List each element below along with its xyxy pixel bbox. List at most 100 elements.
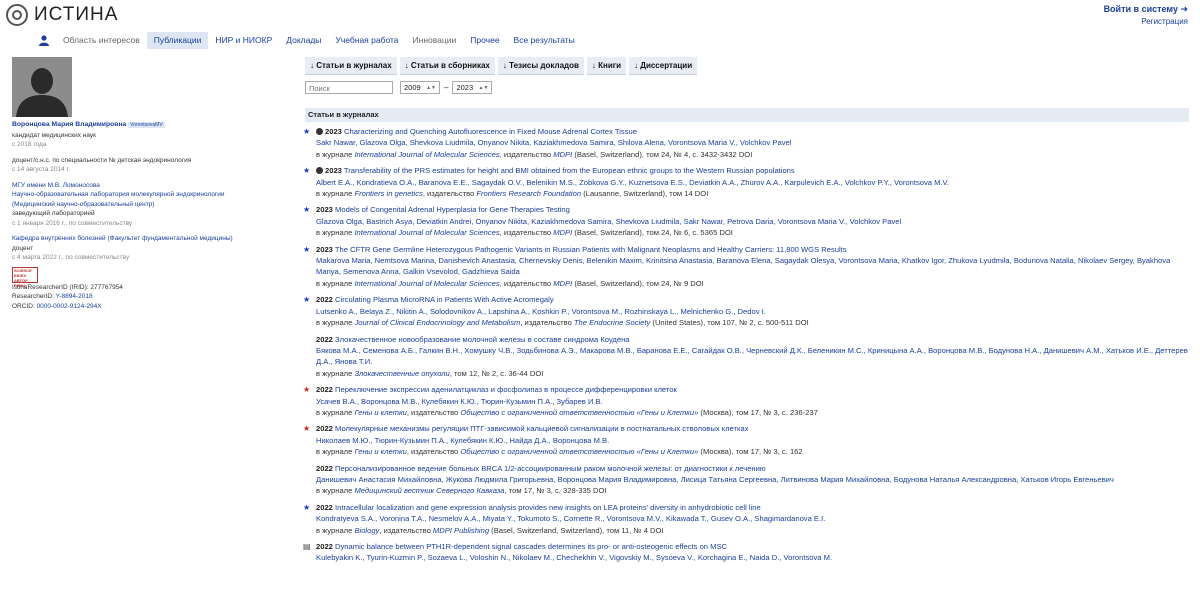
publication-item: ★ 2022 Переключение экспрессии аденилатци… <box>303 384 1193 418</box>
pub-authors[interactable]: Makarova Maria, Nemtsova Marina, Danishe… <box>316 255 1193 278</box>
publication-item: ★ 2023 Transferability of the PRS estimat… <box>303 165 1193 199</box>
profile-dept-role: доцент <box>12 244 34 252</box>
year-from-input[interactable]: 2009 ▲▼ <box>400 81 440 94</box>
pub-publisher[interactable]: The Endocrine Society <box>574 318 650 327</box>
pub-title[interactable]: Молекулярные механизмы регуляции ПТГ-зав… <box>335 424 748 433</box>
user-icon[interactable] <box>39 35 49 46</box>
profile-dept-since: с 4 марта 2022 г., по совместительству <box>12 254 130 261</box>
pub-title[interactable]: Circulating Plasma MicroRNA in Patients … <box>335 295 554 304</box>
jump-theses-button[interactable]: ↓ Тезисы докладов <box>497 57 584 75</box>
profile-dept[interactable]: Кафедра внутренних болезней (Факультет ф… <box>12 234 292 244</box>
pub-journal[interactable]: Злокачественные опухоли <box>354 369 449 378</box>
tab-other[interactable]: Прочее <box>463 32 506 49</box>
pub-journal[interactable]: Гены и клетки <box>354 408 406 417</box>
tab-interests[interactable]: Область интересов <box>56 32 147 49</box>
pub-year: 2022 <box>316 542 333 551</box>
pub-publisher[interactable]: MDPI <box>553 279 572 288</box>
pub-authors[interactable]: Glazova Olga, Bastrich Asya, Deviatkin A… <box>316 216 1193 227</box>
pub-source: в журнале International Journal of Molec… <box>316 149 753 159</box>
pub-publisher[interactable]: Общество с ограниченной ответственностью… <box>460 447 698 456</box>
jump-collection-articles-button[interactable]: ↓ Статьи в сборниках <box>399 57 495 75</box>
jump-dissertations-button[interactable]: ↓ Диссертации <box>629 57 698 75</box>
pub-authors[interactable]: Николаев М.Ю., Тюрин-Кузьмин П.А., Кулеб… <box>316 435 1193 446</box>
register-link[interactable]: Регистрация <box>1141 17 1188 26</box>
pub-authors[interactable]: Бякова М.А., Семенова А.Б., Галкин В.Н.,… <box>316 345 1193 368</box>
pub-publisher[interactable]: Общество с ограниченной ответственностью… <box>460 408 698 417</box>
blue-star-icon: ★ <box>303 244 311 254</box>
pub-source: в журнале Гены и клетки, издательство Об… <box>316 407 818 417</box>
pub-authors[interactable]: Kulebyakin K., Tyurin-Kuzmin P., Sozaeva… <box>316 552 1193 563</box>
pub-title[interactable]: Переключение экспрессии аденилатциклаз и… <box>335 385 677 394</box>
profile-id-irid: IstinaResearcherID (IRID): 277767954 <box>12 283 123 291</box>
pub-title[interactable]: Models of Congenital Adrenal Hyperplasia… <box>335 205 570 214</box>
pub-authors[interactable]: Sakr Nawar, Glazova Olga, Shevkova Liudm… <box>316 137 1193 148</box>
pub-title[interactable]: Злокачественное новообразование молочной… <box>335 335 629 344</box>
blue-star-icon: ★ <box>303 127 311 136</box>
pub-year: 2022 <box>316 295 333 305</box>
pub-journal[interactable]: Biology <box>354 526 379 535</box>
profile-badge: VorontsovaMV <box>128 122 165 128</box>
tab-teaching[interactable]: Учебная работа <box>328 32 405 49</box>
pub-title[interactable]: Characterizing and Quenching Autofluores… <box>344 127 637 136</box>
pub-authors[interactable]: Albert E.A., Kondratieva O.A., Baranova … <box>316 177 1193 188</box>
pub-title[interactable]: Dynamic balance between PTH1R-dependent … <box>335 542 727 551</box>
pub-source: в журнале International Journal of Molec… <box>316 278 704 288</box>
jump-journal-articles-button[interactable]: ↓ Статьи в журналах <box>305 57 397 75</box>
tab-reports[interactable]: Доклады <box>279 32 328 49</box>
pub-publisher[interactable]: Frontiers Research Foundation <box>476 189 581 198</box>
pub-authors[interactable]: Kondratyeva S.A., Voronina T.A., Nesmelo… <box>316 513 1193 524</box>
login-link[interactable]: Войти в систему ➜ <box>1104 4 1188 15</box>
pub-authors[interactable]: Lutsenko A., Belaya Z., Nikitin A., Solo… <box>316 306 1193 317</box>
globe-icon <box>316 167 323 175</box>
avatar <box>12 57 72 117</box>
logo[interactable]: ИСТИНА <box>6 4 118 26</box>
pub-source: в журнале International Journal of Molec… <box>316 228 733 238</box>
pub-publisher[interactable]: MDPI <box>553 150 572 159</box>
profile-degree: кандидат медицинских наук <box>12 131 96 139</box>
tab-research[interactable]: НИР и НИОКР <box>208 32 279 49</box>
pub-journal[interactable]: Гены и клетки <box>354 447 406 456</box>
pub-year: 2022 <box>316 502 333 512</box>
science-index-line: SCIENCE INDEX <box>14 267 32 278</box>
profile-name[interactable]: Воронцова Мария Владимировна <box>12 121 126 128</box>
logo-icon <box>6 4 28 26</box>
red-star-icon: ★ <box>303 424 311 434</box>
red-star-icon: ★ <box>303 385 311 395</box>
pub-journal[interactable]: Frontiers in genetics <box>354 189 422 198</box>
profile-info: Воронцова Мария Владимировна VorontsovaM… <box>12 120 292 311</box>
profile-degree-since: с 2018 года <box>12 141 47 148</box>
profile-org[interactable]: МГУ имени М.В. Ломоносова <box>12 181 292 191</box>
pub-authors[interactable]: Усачев В.А., Воронцова М.В., Кулебякин К… <box>316 396 1193 407</box>
publication-item: ★ 2022 Circulating Plasma MicroRNA in Pat… <box>303 294 1193 328</box>
search-input[interactable]: Поиск <box>305 81 393 94</box>
profile-lab-since: с 1 января 2016 г., по совместительству <box>12 219 133 227</box>
pub-authors[interactable]: Данишевич Анастасия Михайловна, Жукова Л… <box>316 474 1193 485</box>
tab-publications[interactable]: Публикации <box>146 32 209 49</box>
pub-journal[interactable]: International Journal of Molecular Scien… <box>354 279 499 288</box>
tab-all-results[interactable]: Все результаты <box>507 32 582 49</box>
profile-lab[interactable]: Научно-образовательная лаборатория молек… <box>12 190 257 209</box>
pub-publisher[interactable]: MDPI Publishing <box>433 526 489 535</box>
year-range-dash: – <box>444 83 449 92</box>
pub-journal[interactable]: Медицинский вестник Северного Кавказа <box>354 486 504 495</box>
pub-journal[interactable]: International Journal of Molecular Scien… <box>354 228 499 237</box>
jump-books-button[interactable]: ↓ Книги <box>586 57 627 75</box>
year-to-input[interactable]: 2023 ▲▼ <box>452 81 493 94</box>
tab-innovations[interactable]: Инновации <box>406 32 464 49</box>
publication-item: ★ 2023 Models of Congenital Adrenal Hyper… <box>303 204 1193 238</box>
section-jump-toolbar: ↓ Статьи в журналах ↓ Статьи в сборниках… <box>305 57 698 75</box>
publication-item: ★ 2023 Characterizing and Quenching Autof… <box>303 126 1193 160</box>
pub-title[interactable]: The CFTR Gene Germline Heterozygous Path… <box>335 245 847 254</box>
science-index-badge[interactable]: SCIENCE INDEX АВТОР РИНЦ <box>12 266 38 288</box>
pub-title[interactable]: Персонализированное ведение больных BRCA… <box>335 464 766 473</box>
pub-journal[interactable]: International Journal of Molecular Scien… <box>354 150 499 159</box>
pub-year: 2022 <box>316 424 333 434</box>
pub-year: 2023 <box>325 127 342 136</box>
blue-star-icon: ★ <box>303 295 311 305</box>
publication-item: ★ 2022 Intracellular localization and gen… <box>303 502 1193 536</box>
pub-title[interactable]: Intracellular localization and gene expr… <box>335 503 761 512</box>
pub-title[interactable]: Transferability of the PRS estimates for… <box>344 166 795 175</box>
pub-journal[interactable]: Journal of Clinical Endocrinology and Me… <box>354 318 520 327</box>
pub-publisher[interactable]: MDPI <box>553 228 572 237</box>
pub-source: в журнале Злокачественные опухоли, том 1… <box>316 368 544 378</box>
